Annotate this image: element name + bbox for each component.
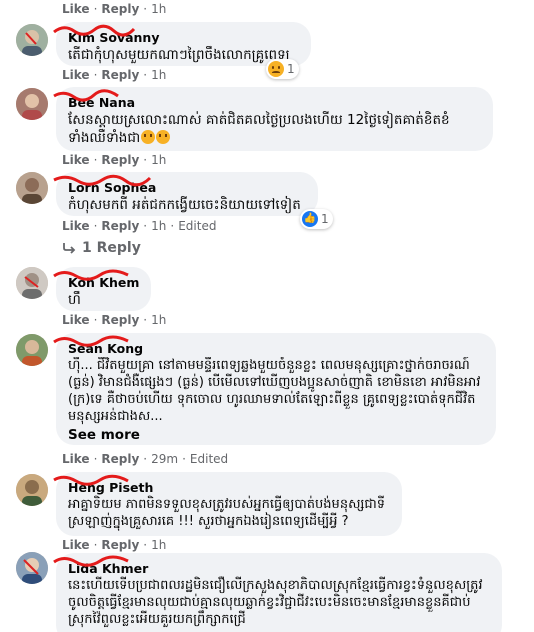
comment-bubble: Lida Khmer នេះហើយទើបប្រជាពលរដ្ឋមិនជឿលើក្… [53, 553, 502, 632]
reaction-count: 1 [321, 212, 329, 226]
avatar[interactable] [16, 88, 48, 120]
timestamp[interactable]: 1h [151, 68, 166, 82]
timestamp[interactable]: 1h [151, 313, 166, 327]
sad-emoji-icon [156, 130, 171, 144]
reply-link[interactable]: Reply [101, 2, 139, 16]
like-link[interactable]: Like [62, 538, 90, 552]
reply-link[interactable]: Reply [101, 68, 139, 82]
timestamp[interactable]: 29m [151, 452, 178, 466]
reply-link[interactable]: Reply [101, 153, 139, 167]
comment-actions: Like · Reply · 1h [62, 538, 167, 552]
edited-label: Edited [189, 452, 229, 466]
commenter-name[interactable]: Sean Kong [68, 341, 484, 357]
like-link[interactable]: Like [62, 452, 90, 466]
reply-link[interactable]: Reply [101, 313, 139, 327]
avatar[interactable] [16, 334, 48, 366]
comment-bubble: Heng Piseth អាគ្នាទិយម ភាពមិនទទួលខុសត្រូ… [53, 472, 402, 536]
reply-arrow-icon [63, 243, 76, 254]
replies-count-label: 1 Reply [82, 240, 141, 256]
comment-actions: Like · Reply · 1h [62, 153, 167, 167]
comment-text: អាគ្នាទិយម ភាពមិនទទួលខុសត្រូវរបស់អ្នកធ្វ… [68, 497, 385, 529]
commenter-name[interactable]: Koh Khem [68, 275, 139, 291]
reaction-badge[interactable]: 1 [266, 59, 299, 79]
reply-link[interactable]: Reply [101, 538, 139, 552]
comment-actions: Like · Reply · 1h [62, 68, 167, 82]
comment-bubble: Bee Nana សែនស្ដាយស្រលោះណាស់ គាត់ជិតគលថ្ង… [53, 87, 493, 151]
commenter-name[interactable]: Lorn Sophea [68, 180, 306, 196]
comment-bubble: Koh Khem ហឹ [53, 267, 151, 311]
comment-actions: Like · Reply · 1h · Edited [62, 219, 217, 233]
avatar[interactable] [16, 24, 48, 56]
commenter-name[interactable]: Bee Nana [68, 95, 481, 111]
avatar[interactable] [16, 267, 48, 299]
timestamp[interactable]: 1h [151, 153, 166, 167]
sad-emoji-icon [268, 61, 284, 77]
commenter-name[interactable]: Heng Piseth [68, 480, 390, 496]
comment-0-actions: Like · Reply · 1h [62, 2, 167, 16]
comment-actions: Like · Reply · 29m · Edited [62, 452, 229, 466]
sad-emoji-icon [141, 130, 156, 144]
like-emoji-icon: 👍 [302, 211, 318, 227]
reply-link[interactable]: Reply [101, 219, 139, 233]
reply-link[interactable]: Reply [101, 452, 139, 466]
like-link[interactable]: Like [62, 2, 90, 16]
view-replies-link[interactable]: 1 Reply [62, 240, 141, 256]
comment-text: ហ៊ឹ... ជីវិតមួយគ្រា នៅតាមមន្ទីរពេទ្យឆ្លង… [68, 358, 481, 424]
edited-label: Edited [178, 219, 217, 233]
timestamp[interactable]: 1h [151, 2, 166, 16]
comment-text: កំហុសមកពី អត់ជកកង្វើយចេះនិយាយទៅទៀត [68, 197, 301, 213]
comment-text: នេះហើយទើបប្រជាពលរដ្ឋមិនជឿលើក្រសួងសុខាភិប… [68, 578, 483, 627]
comment-bubble: Sean Kong ហ៊ឹ... ជីវិតមួយគ្រា នៅតាមមន្ទី… [53, 333, 496, 445]
comment-text: ហឹ [68, 292, 81, 308]
avatar[interactable] [16, 474, 48, 506]
like-link[interactable]: Like [62, 68, 90, 82]
reaction-count: 1 [287, 62, 295, 76]
avatar[interactable] [16, 552, 48, 584]
avatar[interactable] [16, 172, 48, 204]
timestamp[interactable]: 1h [151, 538, 166, 552]
like-link[interactable]: Like [62, 219, 90, 233]
like-link[interactable]: Like [62, 313, 90, 327]
like-link[interactable]: Like [62, 153, 90, 167]
commenter-name[interactable]: Kim Sovanny [68, 30, 299, 46]
timestamp[interactable]: 1h [151, 219, 166, 233]
commenter-name[interactable]: Lida Khmer [68, 561, 490, 577]
reaction-badge[interactable]: 👍 1 [300, 209, 333, 229]
see-more-link[interactable]: See more [68, 426, 484, 444]
comment-text: តើជាកុំហុសមួយកណាៗព្រៃចឹងលោកគ្រូពេទ្យ [68, 47, 290, 63]
comment-text: សែនស្ដាយស្រលោះណាស់ គាត់ជិតគលថ្ងៃប្រលងហើយ… [68, 112, 450, 146]
comment-bubble: Lorn Sophea កំហុសមកពី អត់ជកកង្វើយចេះនិយា… [53, 172, 318, 216]
comment-actions: Like · Reply · 1h [62, 313, 167, 327]
